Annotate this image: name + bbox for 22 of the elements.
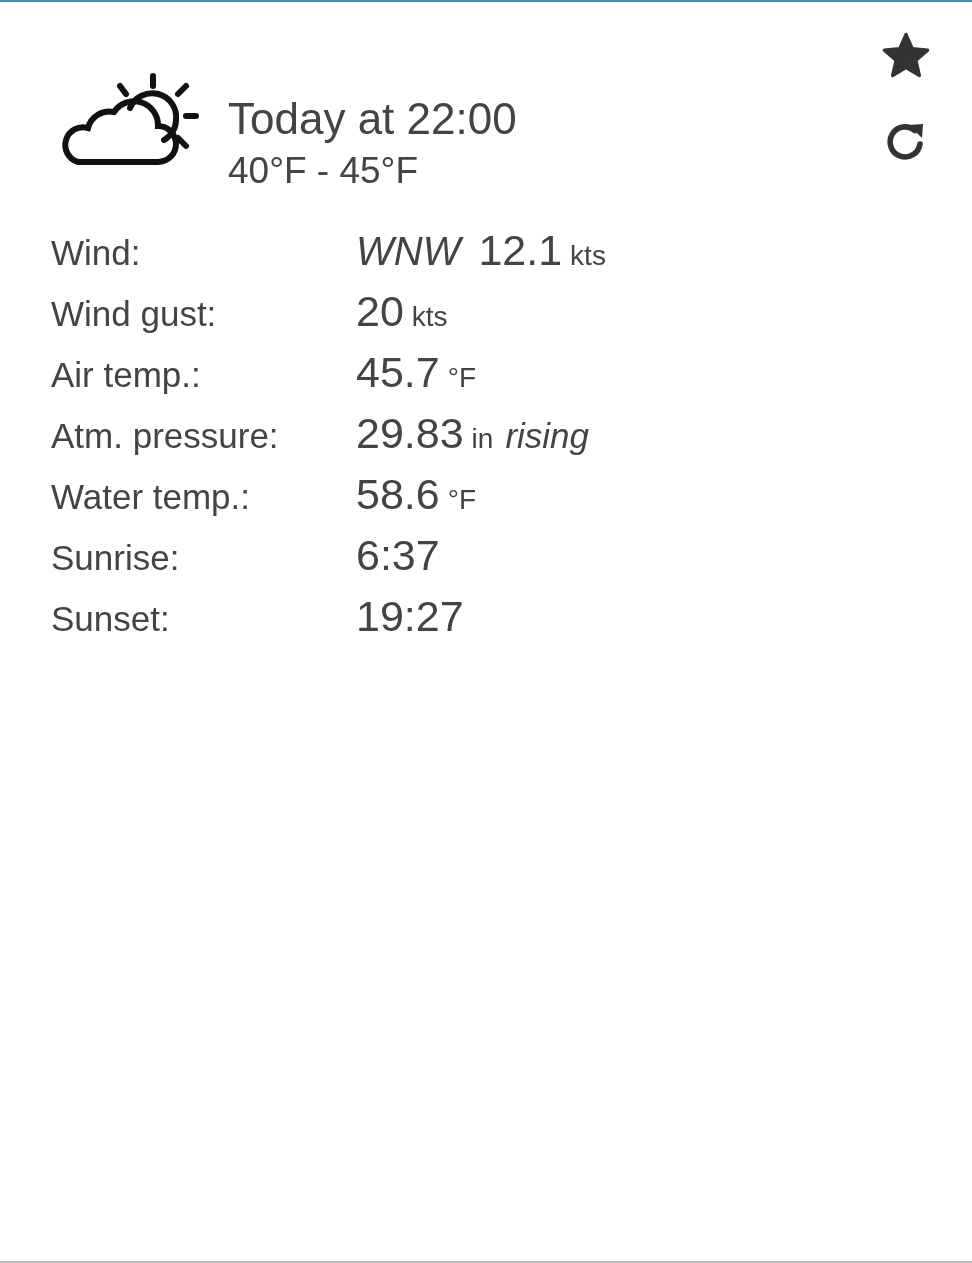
temperature-range: 40°F - 45°F — [228, 149, 419, 193]
value-text: 20 — [356, 287, 404, 336]
field-label: Wind: — [51, 233, 142, 273]
unit-text: in — [471, 423, 494, 455]
field-label: Sunrise: — [51, 538, 181, 578]
field-label: Atm. pressure: — [51, 416, 280, 456]
value-text: 29.83 — [356, 409, 464, 458]
field-label: Water temp.: — [51, 477, 252, 517]
value-text: 58.6 — [356, 470, 440, 519]
field-label: Sunset: — [51, 599, 171, 639]
value-text: 6:37 — [356, 531, 440, 580]
unit-text: °F — [447, 484, 476, 516]
unit-text: kts — [411, 301, 448, 333]
forecast-time: Today at 22:00 — [228, 93, 517, 145]
value-text: 45.7 — [356, 348, 440, 397]
unit-text: °F — [447, 362, 476, 394]
value-text: 12.1 — [478, 226, 563, 275]
field-label: Air temp.: — [51, 355, 202, 395]
value-text: 19:27 — [356, 592, 464, 641]
unit-text: kts — [570, 240, 606, 272]
direction-text: rising — [505, 416, 590, 456]
field-label: Wind gust: — [51, 294, 218, 334]
